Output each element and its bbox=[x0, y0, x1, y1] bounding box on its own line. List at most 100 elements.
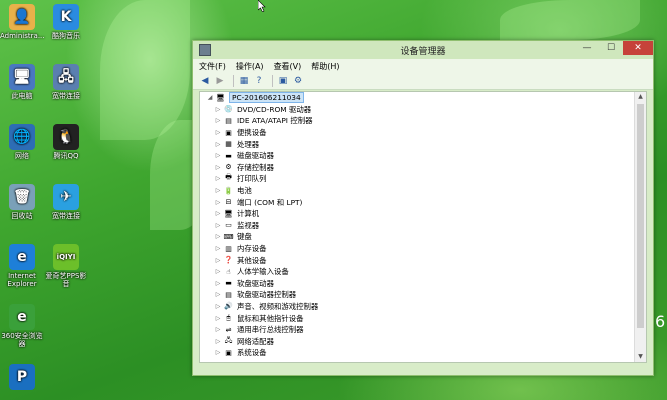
menu-help[interactable]: 帮助(H) bbox=[311, 61, 339, 72]
desktop-icon[interactable]: 👤 Administra... bbox=[0, 4, 45, 40]
tree-item[interactable]: ▷ ▤ 软盘驱动器控制器 bbox=[200, 289, 634, 301]
expand-arrow-icon[interactable]: ▷ bbox=[214, 245, 222, 252]
desktop-app-icon: ✈ bbox=[53, 184, 79, 210]
tree-item[interactable]: ▷ ⌨ 键盘 bbox=[200, 231, 634, 243]
tree-item[interactable]: ▷ ▭ 监视器 bbox=[200, 220, 634, 232]
tree-item-label: 通用串行总线控制器 bbox=[237, 325, 304, 335]
device-category-icon: 🔋 bbox=[224, 186, 233, 195]
scroll-up-arrow-icon[interactable]: ▲ bbox=[635, 92, 646, 102]
desktop-icon-label: 此电脑 bbox=[11, 92, 33, 100]
menu-file[interactable]: 文件(F) bbox=[199, 61, 226, 72]
scrollbar-thumb[interactable] bbox=[637, 104, 644, 328]
desktop-icon[interactable]: e Internet Explorer bbox=[0, 244, 44, 288]
device-category-icon: 🔊 bbox=[224, 302, 233, 311]
desktop-icon[interactable]: P bbox=[0, 364, 44, 392]
expand-arrow-icon[interactable]: ▷ bbox=[214, 175, 222, 182]
device-category-icon: ⇌ bbox=[225, 325, 232, 334]
tree-item[interactable]: ▷ ▬ 磁盘驱动器 bbox=[200, 150, 634, 162]
scroll-down-arrow-icon[interactable]: ▼ bbox=[635, 352, 646, 362]
tree-item[interactable]: ▷ ▬ 软盘驱动器 bbox=[200, 278, 634, 290]
expand-arrow-icon[interactable]: ▷ bbox=[214, 338, 222, 345]
tree-item[interactable]: ▷ ⇌ 通用串行总线控制器 bbox=[200, 324, 634, 336]
title-bar[interactable]: 设备管理器 — ☐ ✕ bbox=[193, 41, 653, 59]
scan-hardware-icon[interactable]: ⚙ bbox=[292, 75, 304, 87]
expand-arrow-icon[interactable]: ▷ bbox=[214, 315, 222, 322]
close-button[interactable]: ✕ bbox=[623, 41, 653, 55]
collapse-arrow-icon[interactable]: ◢ bbox=[206, 94, 214, 101]
expand-arrow-icon[interactable]: ▷ bbox=[214, 268, 222, 275]
view-icon[interactable]: ▣ bbox=[277, 75, 289, 87]
tree-item[interactable]: ▷ 🔋 电池 bbox=[200, 185, 634, 197]
desktop-icon[interactable]: 🐧 腾讯QQ bbox=[44, 124, 88, 160]
device-category-icon: ▣ bbox=[225, 128, 232, 137]
help-icon[interactable]: ? bbox=[253, 75, 265, 87]
expand-arrow-icon[interactable]: ▷ bbox=[214, 349, 222, 356]
tree-item[interactable]: ▷ ▣ 便携设备 bbox=[200, 127, 634, 139]
device-category-icon: ▥ bbox=[225, 244, 232, 253]
tree-item-label: 电池 bbox=[237, 186, 252, 196]
expand-arrow-icon[interactable]: ▷ bbox=[214, 257, 222, 264]
expand-arrow-icon[interactable]: ▷ bbox=[214, 199, 222, 206]
tree-item[interactable]: ▷ 🖱 鼠标和其他指针设备 bbox=[200, 312, 634, 324]
expand-arrow-icon[interactable]: ▷ bbox=[214, 280, 222, 287]
maximize-button[interactable]: ☐ bbox=[599, 41, 623, 55]
expand-arrow-icon[interactable]: ▷ bbox=[214, 164, 222, 171]
tree-item[interactable]: ▷ ▥ 内存设备 bbox=[200, 243, 634, 255]
window-controls: — ☐ ✕ bbox=[575, 41, 653, 55]
device-category-icon: 🖶 bbox=[225, 173, 232, 182]
expand-arrow-icon[interactable]: ▷ bbox=[214, 303, 222, 310]
device-category-icon: 🖥 bbox=[224, 209, 233, 218]
expand-arrow-icon[interactable]: ▷ bbox=[214, 233, 222, 240]
tree-item-label: 系统设备 bbox=[237, 348, 267, 358]
tree-item[interactable]: ▷ 🖥 计算机 bbox=[200, 208, 634, 220]
desktop-icon[interactable]: 🌐 网络 bbox=[0, 124, 44, 160]
desktop-icon[interactable]: 🖧 宽带连接 bbox=[44, 64, 88, 100]
menu-view[interactable]: 查看(V) bbox=[274, 61, 302, 72]
expand-arrow-icon[interactable]: ▷ bbox=[214, 210, 222, 217]
tree-item[interactable]: ▷ ▤ IDE ATA/ATAPI 控制器 bbox=[200, 115, 634, 127]
desktop-icon[interactable]: 🖥 此电脑 bbox=[0, 64, 44, 100]
desktop-app-icon: 🌐 bbox=[9, 124, 35, 150]
tree-item[interactable]: ▷ ❓ 其他设备 bbox=[200, 254, 634, 266]
device-tree[interactable]: ◢ 🖥 PC-201606211034 ▷ 💿 DVD/CD-ROM 驱动器 ▷ ▤ ID… bbox=[200, 92, 634, 362]
expand-arrow-icon[interactable]: ▷ bbox=[214, 222, 222, 229]
desktop-icon[interactable]: K 酷狗音乐 bbox=[44, 4, 88, 40]
expand-arrow-icon[interactable]: ▷ bbox=[214, 187, 222, 194]
minimize-button[interactable]: — bbox=[575, 41, 599, 55]
desktop-icon[interactable]: e 360安全浏览器 bbox=[0, 304, 44, 348]
forward-icon[interactable]: ▶ bbox=[214, 75, 226, 87]
expand-arrow-icon[interactable]: ▷ bbox=[214, 152, 222, 159]
tree-item[interactable]: ▷ ⊟ 端口 (COM 和 LPT) bbox=[200, 196, 634, 208]
tree-item-label: 打印队列 bbox=[237, 174, 267, 184]
device-manager-window[interactable]: 设备管理器 — ☐ ✕ 文件(F) 操作(A) 查看(V) 帮助(H) ◀ ▶ ▦?… bbox=[192, 40, 654, 376]
tree-item[interactable]: ▷ ☝ 人体学输入设备 bbox=[200, 266, 634, 278]
expand-arrow-icon[interactable]: ▷ bbox=[214, 326, 222, 333]
tree-item[interactable]: ▷ 🖧 网络适配器 bbox=[200, 335, 634, 347]
tree-item-label: 处理器 bbox=[237, 139, 260, 149]
desktop-icon[interactable]: ✈ 宽带连接 bbox=[44, 184, 88, 220]
expand-arrow-icon[interactable]: ▷ bbox=[214, 129, 222, 136]
tree-item[interactable]: ▷ ⚙ 存储控制器 bbox=[200, 162, 634, 174]
device-category-icon: 💿 bbox=[224, 105, 233, 114]
tree-item[interactable]: ▷ 💿 DVD/CD-ROM 驱动器 bbox=[200, 104, 634, 116]
expand-arrow-icon[interactable]: ▷ bbox=[214, 106, 222, 113]
expand-arrow-icon[interactable]: ▷ bbox=[214, 291, 222, 298]
desktop-icon-label: 爱奇艺PPS影音 bbox=[45, 272, 87, 288]
tree-item[interactable]: ▷ 🖶 打印队列 bbox=[200, 173, 634, 185]
tree-item[interactable]: ▷ ▦ 处理器 bbox=[200, 138, 634, 150]
desktop-icon[interactable]: 🗑 回收站 bbox=[0, 184, 44, 220]
device-tree-panel[interactable]: ◢ 🖥 PC-201606211034 ▷ 💿 DVD/CD-ROM 驱动器 ▷ ▤ ID… bbox=[199, 91, 647, 363]
expand-arrow-icon[interactable]: ▷ bbox=[214, 141, 222, 148]
desktop-app-icon: 🗑 bbox=[9, 184, 35, 210]
menu-action[interactable]: 操作(A) bbox=[236, 61, 264, 72]
desktop-icon[interactable]: iQIYI 爱奇艺PPS影音 bbox=[44, 244, 88, 288]
device-category-icon: ⚙ bbox=[225, 163, 232, 172]
tree-root[interactable]: ◢ 🖥 PC-201606211034 bbox=[200, 92, 634, 104]
tree-item[interactable]: ▷ 🔊 声音、视频和游戏控制器 bbox=[200, 301, 634, 313]
tree-item[interactable]: ▷ ▣ 系统设备 bbox=[200, 347, 634, 359]
back-icon[interactable]: ◀ bbox=[199, 75, 211, 87]
tree-item-label: 人体学输入设备 bbox=[237, 267, 289, 277]
properties-icon[interactable]: ▦ bbox=[238, 75, 250, 87]
vertical-scrollbar[interactable]: ▲ ▼ bbox=[634, 92, 646, 362]
expand-arrow-icon[interactable]: ▷ bbox=[214, 117, 222, 124]
